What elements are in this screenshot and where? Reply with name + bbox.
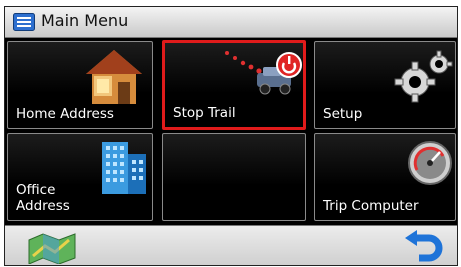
stop-trail-label: Stop Trail bbox=[173, 105, 236, 121]
gears-icon bbox=[394, 50, 453, 103]
back-arrow-icon[interactable] bbox=[403, 230, 443, 266]
office-building-icon bbox=[102, 142, 146, 194]
office-address-button[interactable]: Office Address bbox=[7, 133, 153, 221]
office-address-label-line2: Address bbox=[16, 198, 70, 214]
main-menu-screen: Main Menu Home Address Stop Trail Setup … bbox=[4, 6, 458, 266]
map-icon[interactable] bbox=[27, 232, 77, 264]
house-icon bbox=[86, 50, 142, 104]
trip-computer-label: Trip Computer bbox=[323, 198, 419, 214]
page-title: Main Menu bbox=[41, 11, 129, 30]
speedometer-icon bbox=[408, 141, 452, 185]
office-address-label-line1: Office bbox=[16, 182, 56, 198]
empty-tile bbox=[162, 133, 306, 221]
trip-computer-button[interactable]: Trip Computer bbox=[314, 133, 456, 221]
stop-trail-button[interactable]: Stop Trail bbox=[162, 40, 306, 130]
home-address-button[interactable]: Home Address bbox=[7, 41, 153, 129]
menu-icon bbox=[13, 13, 35, 31]
bottom-bar bbox=[5, 225, 457, 266]
stop-trail-icon bbox=[225, 51, 302, 95]
home-address-label: Home Address bbox=[16, 106, 114, 122]
setup-label: Setup bbox=[323, 106, 363, 122]
setup-button[interactable]: Setup bbox=[314, 41, 456, 129]
title-bar: Main Menu bbox=[5, 7, 457, 38]
